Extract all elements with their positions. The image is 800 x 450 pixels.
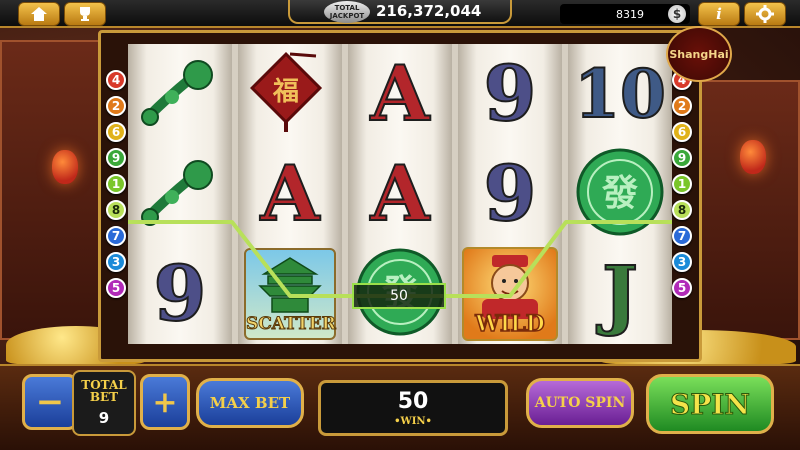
shanghai-logo: ShangHai <box>666 26 732 82</box>
payline-badge-right-3: 3 <box>672 252 692 272</box>
payline-badge-right-5: 5 <box>672 278 692 298</box>
payline-badge-left-5: 5 <box>106 278 126 298</box>
payline-badge-left-3: 3 <box>106 252 126 272</box>
payline-badge-right-9: 9 <box>672 148 692 168</box>
payline-badge-left-2: 2 <box>106 96 126 116</box>
payline-badge-left-1: 1 <box>106 174 126 194</box>
payline-badge-left-4: 4 <box>106 70 126 90</box>
payline-badge-right-7: 7 <box>672 226 692 246</box>
payline-badge-left-9: 9 <box>106 148 126 168</box>
payline-badge-right-8: 8 <box>672 200 692 220</box>
payline-badge-left-7: 7 <box>106 226 126 246</box>
payline-badge-left-8: 8 <box>106 200 126 220</box>
payline-win-amount: 50 <box>352 283 446 309</box>
slot-machine-screen: TOTAL JACKPOT 216,372,044 8319 $ i − TOT… <box>0 0 800 450</box>
payline-badge-right-6: 6 <box>672 122 692 142</box>
payline-badge-left-6: 6 <box>106 122 126 142</box>
payline-badge-right-2: 2 <box>672 96 692 116</box>
payline-badge-right-1: 1 <box>672 174 692 194</box>
